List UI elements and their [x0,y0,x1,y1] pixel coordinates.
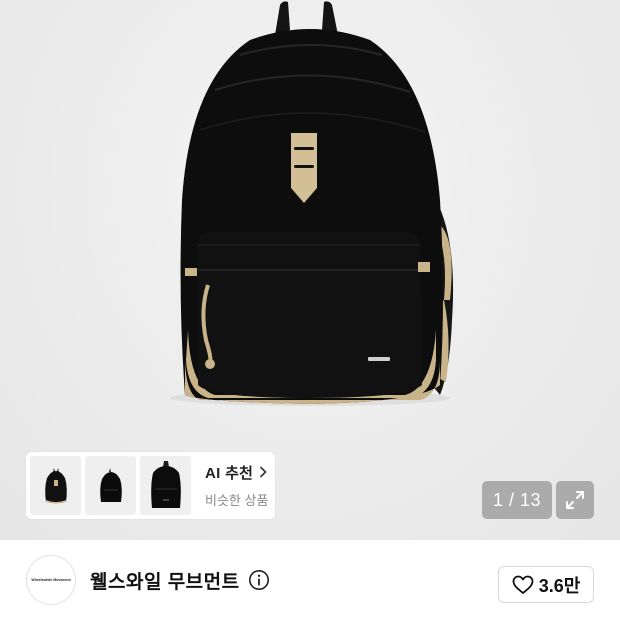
backpack-image[interactable] [150,0,470,420]
product-hero[interactable]: AI 추천 비슷한 상품 1 / 13 [0,0,620,540]
backpack-thumb-icon [150,460,181,508]
ai-recommend-subtitle: 비슷한 상품 [205,493,269,508]
ai-recommend-card[interactable]: AI 추천 비슷한 상품 [26,452,275,519]
expand-icon [566,491,584,509]
backpack-thumb-icon [99,467,122,502]
info-icon[interactable] [248,569,270,591]
chevron-right-icon [259,465,267,480]
like-count: 3.6만 [538,575,581,596]
brand-name[interactable]: 웰스와일 무브먼트 [90,567,240,594]
ai-recommend-text[interactable]: AI 추천 비슷한 상품 [205,462,268,509]
ai-thumbnail-1[interactable] [30,456,81,515]
brand-logo-text: Wheelswhile Movement [31,578,71,582]
ai-thumbnail-3[interactable] [140,456,191,515]
heart-icon [512,575,534,594]
ai-recommend-title: AI 추천 [205,465,254,482]
backpack-thumb-icon [44,467,67,503]
image-page-counter: 1 / 13 [482,481,552,519]
expand-button[interactable] [556,481,594,519]
like-button[interactable]: 3.6만 [498,566,594,603]
brand-bar: Wheelswhile Movement 웰스와일 무브먼트 3.6만 [0,540,620,620]
brand-logo[interactable]: Wheelswhile Movement [26,555,76,605]
ai-thumbnail-2[interactable] [85,456,136,515]
